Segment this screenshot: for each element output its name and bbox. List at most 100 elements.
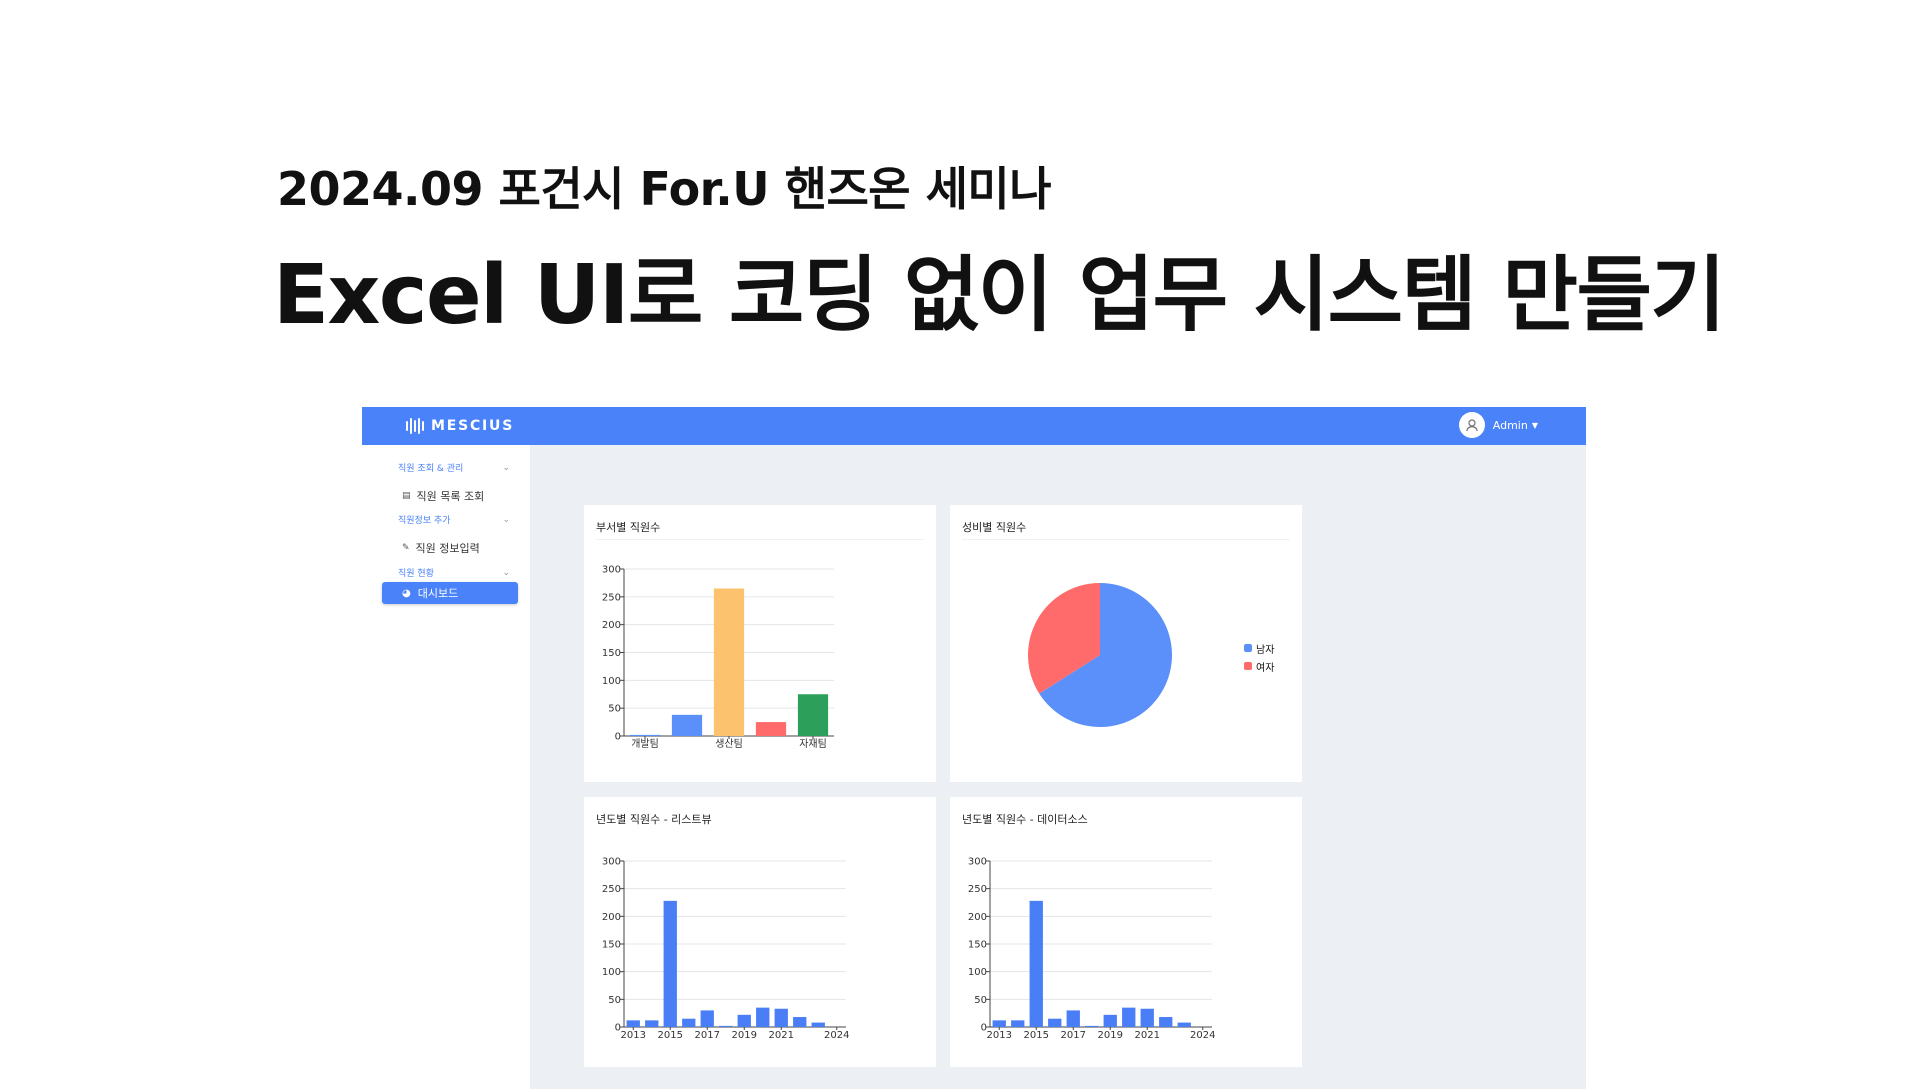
y-tick-label: 0 (615, 732, 621, 743)
sidebar-item-employee-list[interactable]: ▤ 직원 목록 조회 (402, 488, 484, 504)
sidebar-item-label: 대시보드 (417, 587, 459, 600)
user-menu[interactable]: Admin ▼ (1458, 412, 1538, 438)
x-tick-label: 2017 (1061, 1030, 1086, 1041)
x-tick-label: 2015 (1024, 1030, 1049, 1041)
bar (797, 694, 829, 736)
x-tick-label: 2015 (658, 1030, 683, 1041)
legend-swatch (1244, 662, 1252, 670)
y-tick-label: 300 (968, 857, 987, 868)
top-navbar: MESCIUS Admin ▼ (362, 407, 1586, 445)
bar (1085, 1025, 1099, 1027)
x-tick-label: 2013 (987, 1030, 1012, 1041)
bar (1066, 1010, 1080, 1027)
y-tick-label: 250 (968, 884, 987, 895)
chart-card-yearly-datasource: 년도별 직원수 - 데이터소스 0 50 100 150 200 250 300 2013 20… (950, 797, 1302, 1067)
chevron-down-icon: ▼ (1531, 420, 1538, 430)
slide-title: Excel UI로 코딩 없이 업무 시스템 만들기 (273, 248, 1726, 343)
x-tick-label: 자재팀 (799, 738, 827, 750)
user-avatar-icon (1458, 412, 1485, 438)
sidebar-item-dashboard[interactable]: ◕ 대시보드 (382, 582, 518, 604)
y-tick-label: 100 (602, 676, 621, 687)
x-tick-label: 2019 (1098, 1030, 1123, 1041)
legend-label: 여자 (1256, 662, 1275, 674)
chart-legend: 남자 여자 (1244, 639, 1274, 675)
legend-item[interactable]: 여자 (1244, 657, 1274, 675)
bar (737, 1014, 751, 1027)
slide-subtitle: 2024.09 포건시 For.U 핸즈온 세미나 (277, 162, 1052, 216)
bar (645, 1020, 659, 1027)
y-tick-label: 200 (602, 912, 621, 923)
bar (1159, 1017, 1173, 1027)
chevron-down-icon: ⌄ (502, 514, 510, 525)
chart-card-gender: 성비별 직원수 남자 여자 (950, 505, 1302, 782)
sidebar-section-employee-status[interactable]: 직원 현황 ⌄ (398, 566, 510, 580)
yearly-bar-chart-datasource: 0501001502002503002013 2015 2017 2019 2021 20… (968, 857, 1216, 1042)
bar (1122, 1007, 1136, 1027)
sidebar-section-employee-add[interactable]: 직원정보 추가 ⌄ (398, 513, 510, 527)
department-bar-chart: 0 50 100 150 200 250 300 개발팀 생산팀 자재팀 (602, 565, 834, 750)
y-tick-label: 50 (974, 995, 987, 1006)
legend-swatch (1244, 644, 1252, 652)
sidebar-section-label: 직원 현황 (398, 569, 434, 579)
x-tick-label: 생산팀 (715, 738, 743, 750)
sidebar-section-label: 직원 조회 & 관리 (398, 464, 464, 474)
sidebar-item-label: 직원 정보입력 (415, 542, 480, 555)
bar (1048, 1018, 1062, 1027)
mescius-logo-icon (406, 418, 424, 434)
sidebar-section-label: 직원정보 추가 (398, 516, 451, 526)
y-tick-label: 150 (602, 940, 621, 951)
sidebar-item-label: 직원 목록 조회 (416, 490, 485, 503)
y-tick-label: 150 (968, 940, 987, 951)
bar (682, 1018, 696, 1027)
bar (629, 734, 661, 736)
pie-icon: ◕ (402, 587, 411, 599)
bar (1140, 1008, 1154, 1027)
yearly-bar-chart-listview: 0501001502002503002013 2015 2017 2019 2021 20… (602, 857, 850, 1042)
x-tick-label: 2017 (695, 1030, 720, 1041)
x-tick-label: 2024 (824, 1030, 849, 1041)
bar (1011, 1020, 1025, 1027)
x-tick-label: 2013 (621, 1030, 646, 1041)
bar (626, 1020, 640, 1027)
bar (1177, 1022, 1191, 1027)
y-tick-label: 150 (602, 648, 621, 659)
bar (793, 1017, 807, 1027)
bar (700, 1010, 714, 1027)
logo-text: MESCIUS (431, 418, 515, 434)
y-tick-label: 250 (602, 592, 621, 603)
chevron-down-icon: ⌄ (502, 567, 510, 578)
bar (663, 900, 677, 1027)
app-window: MESCIUS Admin ▼ 직원 조회 & 관리 ⌄ ▤ 직원 목록 조회 … (362, 407, 1586, 1089)
y-tick-label: 100 (968, 967, 987, 978)
y-tick-label: 200 (602, 620, 621, 631)
bar (719, 1025, 733, 1027)
list-icon: ▤ (402, 491, 411, 501)
edit-icon: ✎ (402, 543, 410, 553)
x-tick-label: 2024 (1190, 1030, 1215, 1041)
bar (1029, 900, 1043, 1027)
chart-card-yearly-listview: 년도별 직원수 - 리스트뷰 0 50 100 150 200 250 300 2013 201… (584, 797, 936, 1067)
bar (774, 1008, 788, 1027)
legend-label: 남자 (1256, 644, 1275, 656)
sidebar-section-employee-manage[interactable]: 직원 조회 & 관리 ⌄ (398, 461, 510, 475)
chevron-down-icon: ⌄ (502, 462, 510, 473)
y-tick-label: 50 (608, 995, 621, 1006)
sidebar-item-employee-input[interactable]: ✎ 직원 정보입력 (402, 540, 480, 556)
bar (1103, 1014, 1117, 1027)
y-tick-label: 100 (602, 967, 621, 978)
bar (811, 1022, 825, 1027)
x-tick-label: 개발팀 (631, 738, 659, 750)
y-tick-label: 300 (602, 565, 621, 576)
bar (671, 714, 703, 736)
legend-item[interactable]: 남자 (1244, 639, 1274, 657)
y-tick-label: 50 (608, 704, 621, 715)
chart-card-department: 부서별 직원수 0 50 100 150 200 250 300 개발팀 생산팀 자재팀 (584, 505, 936, 782)
bar (992, 1020, 1006, 1027)
y-tick-label: 200 (968, 912, 987, 923)
bar (756, 1007, 770, 1027)
y-tick-label: 250 (602, 884, 621, 895)
sidebar: 직원 조회 & 관리 ⌄ ▤ 직원 목록 조회 직원정보 추가 ⌄ ✎ 직원 정… (362, 445, 530, 1089)
logo[interactable]: MESCIUS (406, 418, 514, 434)
bar (755, 722, 787, 736)
dashboard-content: 부서별 직원수 0 50 100 150 200 250 300 개발팀 생산팀 자재팀 성비별 … (530, 445, 1586, 1089)
